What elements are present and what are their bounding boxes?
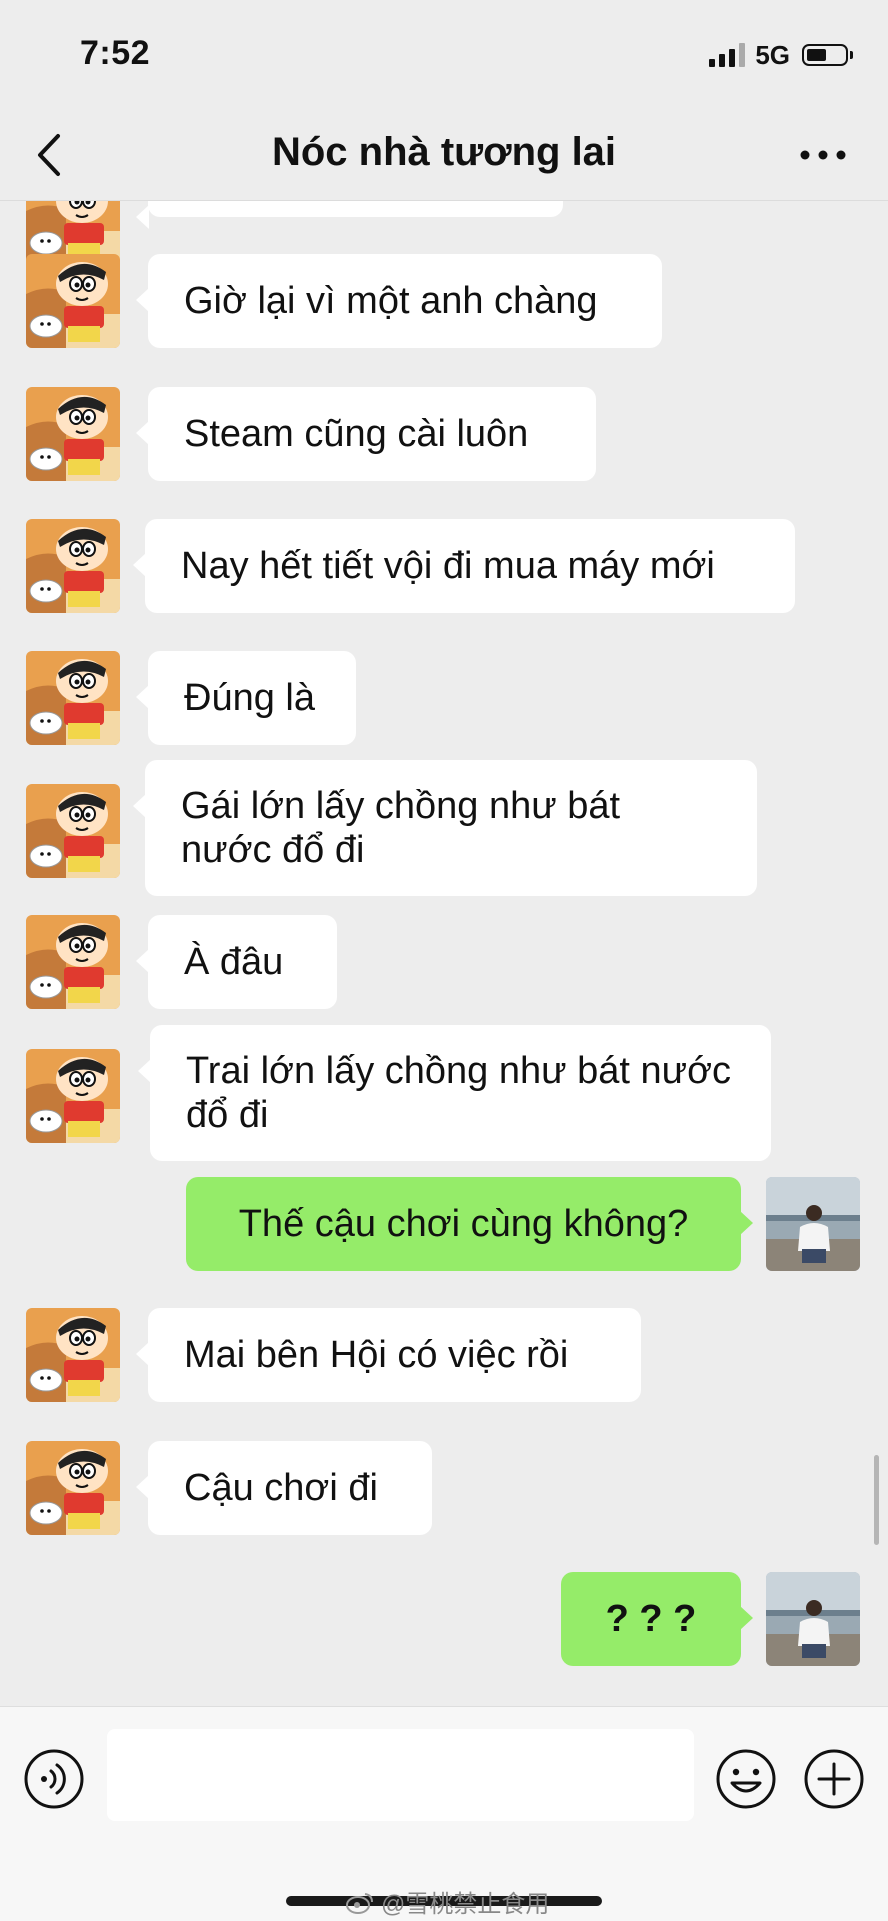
friend-avatar[interactable] xyxy=(26,254,120,348)
message-bubble-mine[interactable]: ? ? ? xyxy=(561,1572,753,1666)
message-bubble[interactable]: Đúng là xyxy=(136,651,356,745)
status-time: 7:52 xyxy=(80,34,151,72)
my-avatar[interactable] xyxy=(766,1177,860,1271)
battery-icon xyxy=(802,44,853,66)
input-toolbar: @雪桃禁止食用 xyxy=(0,1706,888,1921)
message-bubble-mine[interactable]: Thế cậu chơi cùng không? xyxy=(186,1177,753,1271)
weibo-logo-icon xyxy=(346,1892,373,1914)
status-bar: 7:52 5G xyxy=(0,0,888,110)
message-bubble[interactable]: Gái lớn lấy chồng như bát nước đổ đi xyxy=(133,760,757,896)
emoji-icon[interactable] xyxy=(714,1747,778,1811)
message-bubble[interactable]: Steam cũng cài luôn xyxy=(136,387,596,481)
friend-avatar[interactable] xyxy=(26,1049,120,1143)
more-horizontal-icon[interactable] xyxy=(798,138,848,172)
watermark-text: @雪桃禁止食用 xyxy=(381,1891,550,1918)
my-avatar[interactable] xyxy=(766,1572,860,1666)
friend-avatar[interactable] xyxy=(26,519,120,613)
signal-icon xyxy=(709,43,746,67)
chat-scrollbar[interactable] xyxy=(874,1455,879,1545)
friend-avatar[interactable] xyxy=(26,1441,120,1535)
plus-icon[interactable] xyxy=(802,1747,866,1811)
voice-icon[interactable] xyxy=(22,1747,86,1811)
friend-avatar[interactable] xyxy=(26,784,120,878)
message-bubble[interactable]: Trai lớn lấy chồng như bát nước đổ đi xyxy=(138,1025,771,1161)
message-bubble[interactable]: Nay hết tiết vội đi mua máy mới xyxy=(133,519,795,613)
status-indicators: 5G xyxy=(709,39,853,70)
friend-avatar[interactable] xyxy=(26,387,120,481)
friend-avatar[interactable] xyxy=(26,915,120,1009)
message-bubble[interactable]: À đâu xyxy=(136,915,337,1009)
message-bubble-partial xyxy=(136,201,563,229)
friend-avatar[interactable] xyxy=(26,1308,120,1402)
message-input[interactable] xyxy=(107,1729,694,1821)
message-bubble[interactable]: Cậu chơi đi xyxy=(136,1441,432,1535)
message-bubble[interactable]: Giờ lại vì một anh chàng xyxy=(136,254,662,348)
message-list[interactable]: Giờ lại vì một anh chàng Steam cũng cài … xyxy=(0,201,888,1706)
network-type: 5G xyxy=(755,39,790,70)
chat-header: Nóc nhà tương lai xyxy=(0,110,888,201)
friend-avatar[interactable] xyxy=(26,651,120,745)
message-bubble[interactable]: Mai bên Hội có việc rồi xyxy=(136,1308,641,1402)
chat-title: Nóc nhà tương lai xyxy=(271,130,617,174)
watermark: @雪桃禁止食用 xyxy=(345,1884,549,1919)
